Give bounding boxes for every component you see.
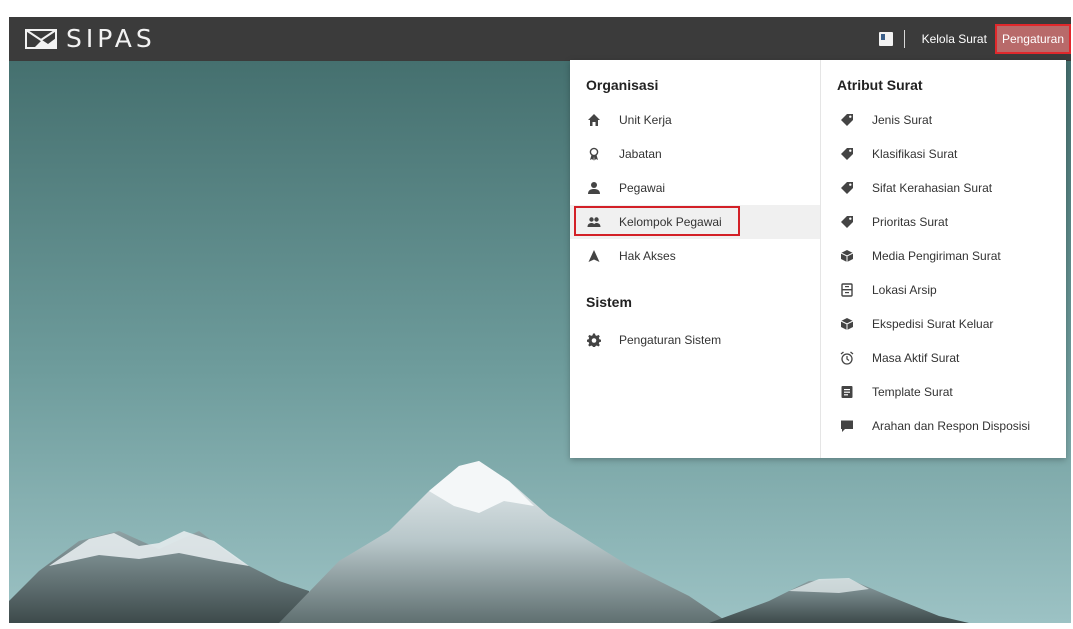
alarm-icon	[840, 351, 854, 365]
top-navbar: SIPAS Kelola Surat Pengaturan	[9, 17, 1071, 61]
menu-item-kelompok-pegawai[interactable]: Kelompok Pegawai	[570, 205, 820, 239]
logo-text: SIPAS	[66, 24, 156, 53]
nav-divider	[903, 30, 905, 48]
person-icon	[588, 182, 600, 194]
tag-icon	[841, 182, 853, 194]
gear-icon	[587, 333, 601, 347]
menu-item-pengaturan-sistem[interactable]: Pengaturan Sistem	[570, 323, 820, 357]
tag-icon	[841, 216, 853, 228]
menu-column-right: Atribut Surat Jenis Surat Klasifikasi Su…	[821, 60, 1066, 458]
menu-item-label: Media Pengiriman Surat	[872, 249, 1001, 263]
menu-item-masa-aktif-surat[interactable]: Masa Aktif Surat	[821, 341, 1066, 375]
navigation-icon	[588, 250, 600, 262]
document-icon	[841, 386, 853, 398]
archive-icon	[841, 283, 853, 297]
menu-item-template-surat[interactable]: Template Surat	[821, 375, 1066, 409]
menu-item-arahan-dan-respon-disposisi[interactable]: Arahan dan Respon Disposisi	[821, 409, 1066, 443]
menu-item-jabatan[interactable]: Jabatan	[570, 137, 820, 171]
tag-icon	[841, 114, 853, 126]
settings-dropdown-menu: Organisasi Unit Kerja Jabatan Pegawai Ke…	[570, 60, 1066, 458]
award-icon	[589, 147, 599, 161]
comment-icon	[841, 420, 853, 432]
menu-item-label: Pengaturan Sistem	[619, 333, 722, 347]
menu-item-jenis-surat[interactable]: Jenis Surat	[821, 103, 1066, 137]
menu-column-left: Organisasi Unit Kerja Jabatan Pegawai Ke…	[570, 60, 821, 458]
section-title-sistem: Sistem	[586, 294, 632, 310]
book-icon[interactable]	[878, 31, 894, 47]
section-title-organisasi: Organisasi	[586, 77, 659, 93]
menu-item-media-pengiriman-surat[interactable]: Media Pengiriman Surat	[821, 239, 1066, 273]
menu-item-label: Kelompok Pegawai	[619, 215, 722, 229]
menu-item-label: Hak Akses	[619, 249, 676, 263]
menu-item-label: Jenis Surat	[872, 113, 933, 127]
tag-icon	[841, 148, 853, 160]
nav-right: Kelola Surat Pengaturan	[878, 24, 1071, 54]
menu-item-label: Unit Kerja	[619, 113, 672, 127]
menu-item-label: Sifat Kerahasian Surat	[872, 181, 993, 195]
menu-item-label: Arahan dan Respon Disposisi	[872, 419, 1031, 433]
menu-item-unit-kerja[interactable]: Unit Kerja	[570, 103, 820, 137]
menu-item-prioritas-surat[interactable]: Prioritas Surat	[821, 205, 1066, 239]
nav-pengaturan[interactable]: Pengaturan	[994, 24, 1071, 54]
app-logo[interactable]: SIPAS	[24, 26, 156, 52]
app-window: SIPAS Kelola Surat Pengaturan Organisasi…	[9, 17, 1071, 623]
section-title-atribut-surat: Atribut Surat	[837, 77, 923, 93]
menu-item-lokasi-arsip[interactable]: Lokasi Arsip	[821, 273, 1066, 307]
home-icon	[588, 114, 600, 126]
menu-item-sifat-kerahasian-surat[interactable]: Sifat Kerahasian Surat	[821, 171, 1066, 205]
menu-item-pegawai[interactable]: Pegawai	[570, 171, 820, 205]
box-icon	[840, 250, 854, 262]
menu-item-label: Template Surat	[872, 385, 953, 399]
menu-item-label: Masa Aktif Surat	[872, 351, 960, 365]
menu-item-label: Klasifikasi Surat	[872, 147, 958, 161]
menu-item-label: Ekspedisi Surat Keluar	[872, 317, 994, 331]
menu-item-label: Lokasi Arsip	[872, 283, 937, 297]
box-icon	[840, 318, 854, 330]
menu-item-label: Jabatan	[619, 147, 662, 161]
menu-item-label: Pegawai	[619, 181, 666, 195]
menu-item-ekspedisi-surat-keluar[interactable]: Ekspedisi Surat Keluar	[821, 307, 1066, 341]
group-icon	[587, 217, 601, 227]
nav-kelola-surat[interactable]: Kelola Surat	[918, 26, 991, 52]
menu-item-hak-akses[interactable]: Hak Akses	[570, 239, 820, 273]
envelope-logo-icon	[25, 29, 57, 49]
menu-item-label: Prioritas Surat	[872, 215, 949, 229]
menu-item-klasifikasi-surat[interactable]: Klasifikasi Surat	[821, 137, 1066, 171]
